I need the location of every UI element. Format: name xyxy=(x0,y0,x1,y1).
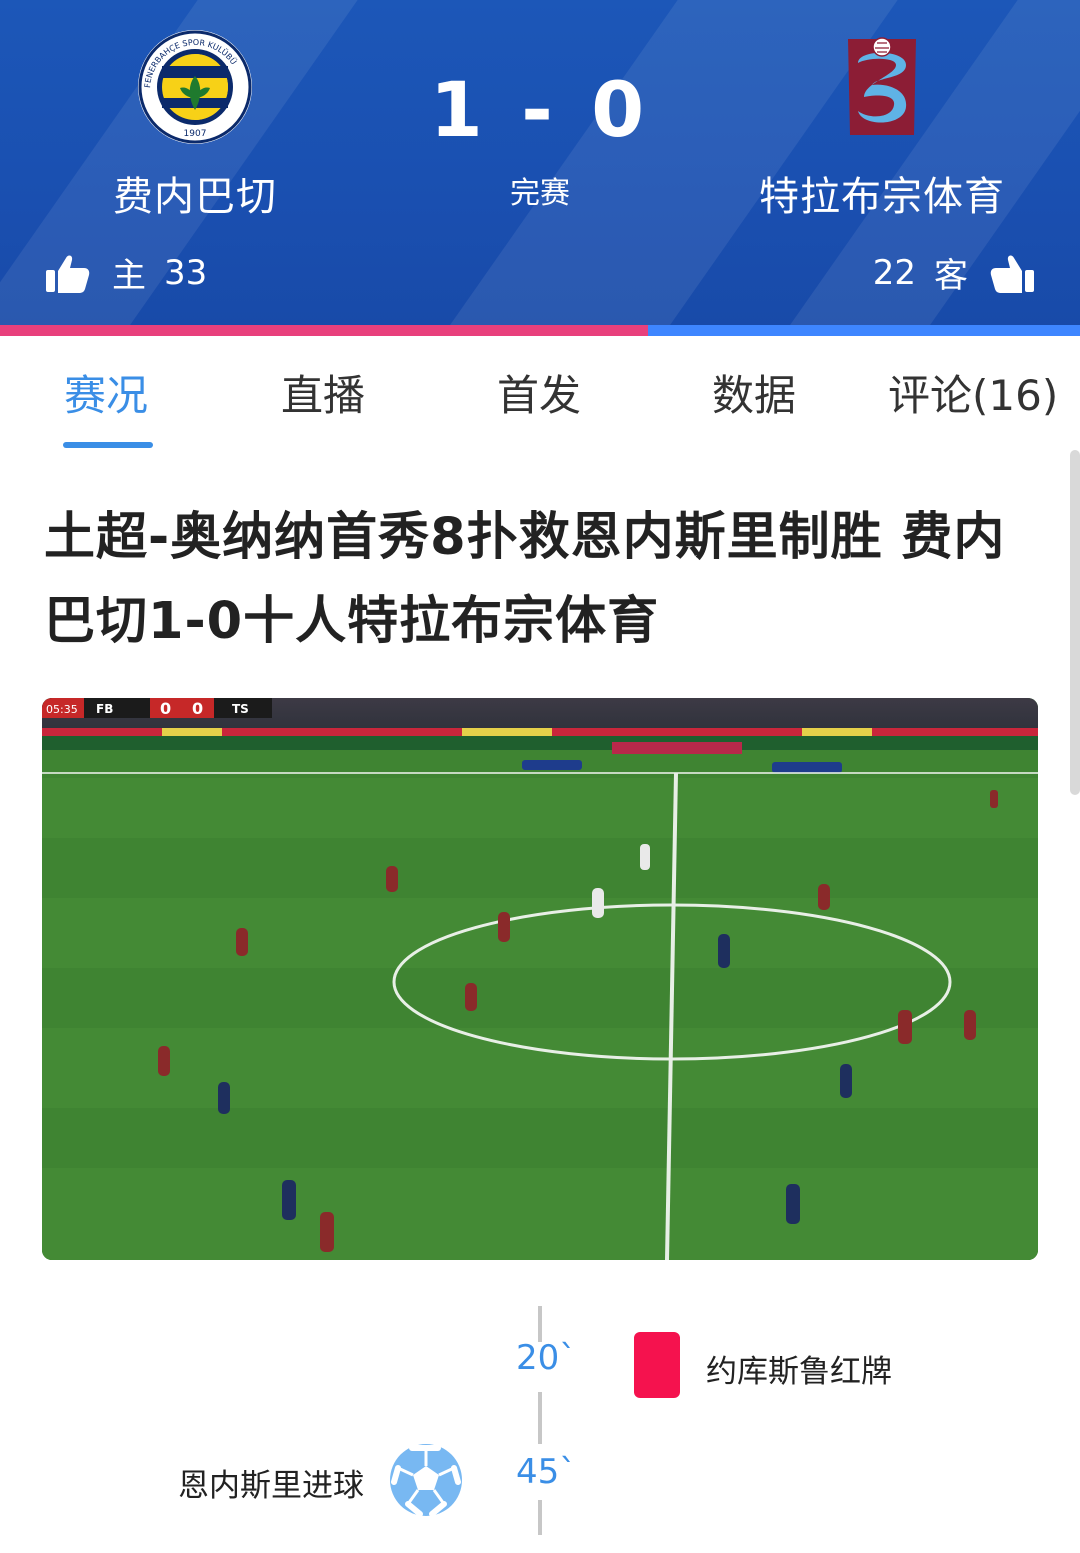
tab-comments[interactable]: 评论(16) xyxy=(888,362,1058,423)
event-description: 约库斯鲁红牌 xyxy=(706,1354,892,1390)
thumbs-up-icon[interactable] xyxy=(44,250,90,296)
thumbs-up-icon[interactable] xyxy=(990,250,1036,296)
scoreboard: 1 - 0 完赛 xyxy=(390,70,690,212)
tab-stats[interactable]: 数据 xyxy=(712,362,796,423)
away-vote[interactable]: 22 客 xyxy=(873,248,1036,297)
away-team[interactable]: 特拉布宗体育 xyxy=(672,28,1080,222)
home-vote[interactable]: 主 33 xyxy=(44,248,207,297)
event-minute: 45` xyxy=(516,1452,577,1492)
home-team[interactable]: 1907 FENERBAHÇE SPOR KULÜBÜ 费内巴切 xyxy=(0,28,405,222)
tab-live[interactable]: 直播 xyxy=(281,362,365,423)
home-team-name: 费内巴切 xyxy=(113,174,277,220)
scrollbar[interactable] xyxy=(1070,450,1080,795)
fenerbahce-logo-icon: 1907 FENERBAHÇE SPOR KULÜBÜ xyxy=(138,30,252,144)
home-team-logo[interactable]: 1907 FENERBAHÇE SPOR KULÜBÜ xyxy=(0,28,405,146)
away-vote-count: 22 xyxy=(872,252,916,293)
video-player[interactable]: 05:35 FB 0 0 TS xyxy=(42,698,1038,1260)
home-vote-count: 33 xyxy=(164,252,208,293)
article-title: 土超-奥纳纳首秀8扑救恩内斯里制胜 费内巴切1-0十人特拉布宗体育 xyxy=(44,508,1006,651)
svg-text:1907: 1907 xyxy=(184,129,207,139)
video-scorebug: 05:35 FB 0 0 TS xyxy=(42,698,272,718)
away-vote-share xyxy=(648,325,1080,336)
svg-text:05:35: 05:35 xyxy=(46,703,78,716)
red-card-icon xyxy=(634,1332,680,1398)
score-value: 1 - 0 xyxy=(429,65,651,154)
trabzonspor-logo-icon xyxy=(848,37,916,135)
away-team-name: 特拉布宗体育 xyxy=(759,174,1005,220)
event-description: 恩内斯里进球 xyxy=(178,1468,364,1504)
match-header: 1907 FENERBAHÇE SPOR KULÜBÜ 费内巴切 1 - 0 完… xyxy=(0,0,1080,336)
event-minute: 20` xyxy=(516,1338,577,1378)
match-status: 完赛 xyxy=(510,176,570,211)
tab-bar: 赛况 直播 首发 数据 评论(16) xyxy=(0,336,1080,450)
timeline-line xyxy=(538,1500,542,1535)
video-frame[interactable]: 05:35 FB 0 0 TS xyxy=(42,698,1038,1260)
svg-text:FB: FB xyxy=(96,702,113,716)
home-vote-share xyxy=(0,325,648,336)
active-tab-indicator xyxy=(63,442,153,448)
away-vote-label: 客 xyxy=(934,256,968,296)
tab-match-summary[interactable]: 赛况 xyxy=(64,362,148,423)
timeline-line xyxy=(538,1392,542,1444)
svg-text:0: 0 xyxy=(192,699,203,718)
home-vote-label: 主 xyxy=(112,256,146,296)
timeline-line xyxy=(538,1306,542,1342)
soccer-ball-icon xyxy=(390,1444,462,1517)
vote-share-bar xyxy=(0,325,1080,336)
away-team-logo[interactable] xyxy=(672,28,1080,146)
svg-text:0: 0 xyxy=(160,699,171,718)
tab-lineups[interactable]: 首发 xyxy=(497,362,581,423)
svg-text:TS: TS xyxy=(232,702,249,716)
